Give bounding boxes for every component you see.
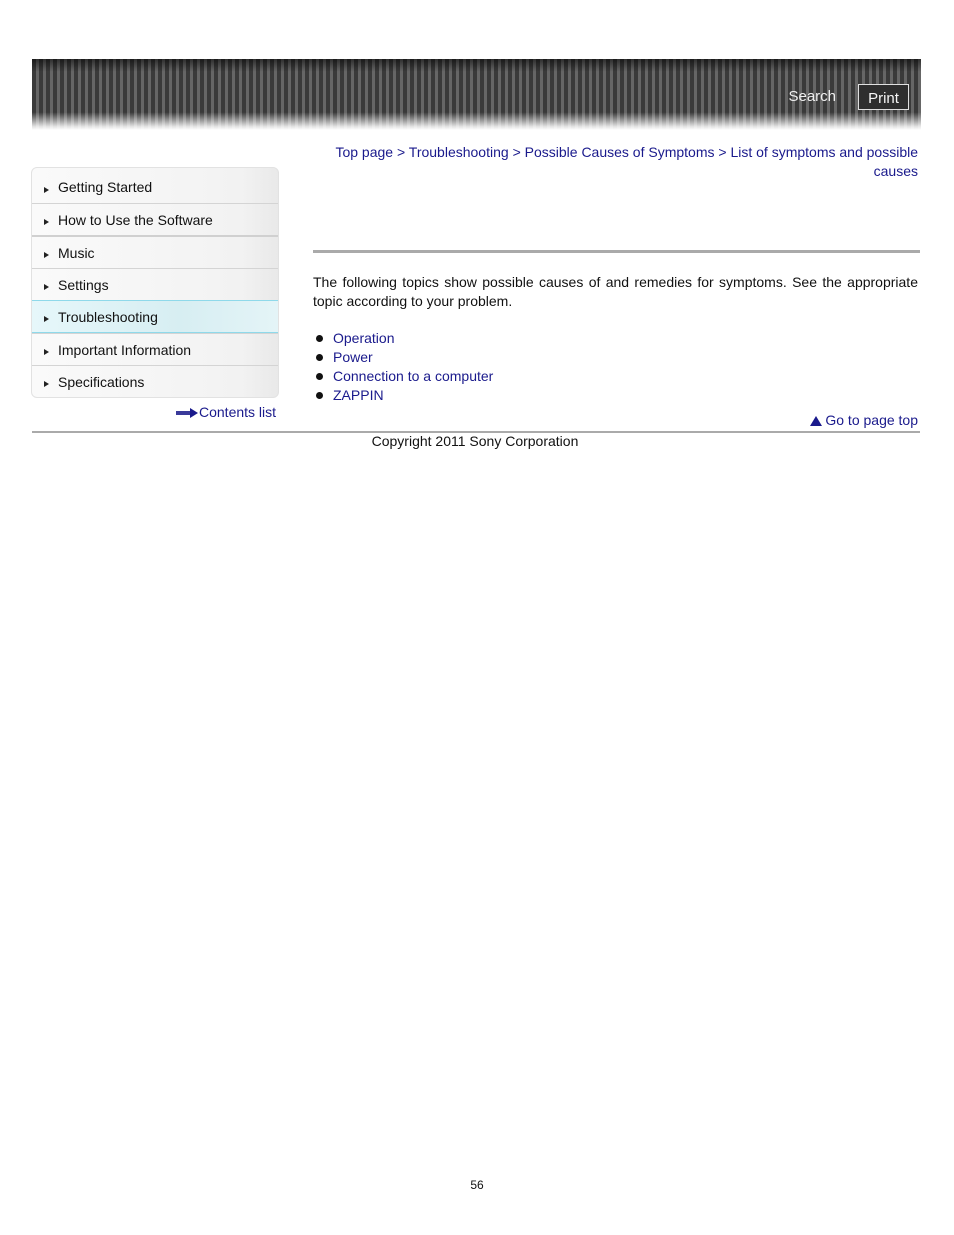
triangle-right-icon [44,348,49,355]
triangle-right-icon [44,315,49,322]
triangle-right-icon [44,380,49,387]
breadcrumb-troubleshooting[interactable]: Troubleshooting [409,144,509,160]
list-item: Power [313,348,493,367]
sidebar-item-label: Settings [58,277,109,293]
sidebar-item-getting-started[interactable]: Getting Started [32,168,278,203]
sidebar-item-label: Important Information [58,342,192,358]
search-link[interactable]: Search [788,88,836,105]
arrow-right-icon [176,408,198,419]
sidebar-item-troubleshooting[interactable]: Troubleshooting [32,300,278,333]
topic-link-zappin[interactable]: ZAPPIN [333,387,384,403]
triangle-right-icon [44,283,49,290]
breadcrumb-possible-causes[interactable]: Possible Causes of Symptoms [525,144,715,160]
header-bar: Search Print [32,59,921,130]
bullet-icon [316,354,323,361]
sidebar-item-music[interactable]: Music [32,235,278,268]
go-to-page-top-label: Go to page top [825,412,918,428]
triangle-right-icon [44,186,49,193]
contents-list-label: Contents list [199,404,277,420]
breadcrumb-top-page[interactable]: Top page [335,144,393,160]
topic-list: Operation Power Connection to a computer… [313,329,493,405]
contents-list-link[interactable]: Contents list [176,404,276,420]
go-to-page-top-link[interactable]: Go to page top [810,412,918,428]
topic-link-connection[interactable]: Connection to a computer [333,368,493,384]
list-item: ZAPPIN [313,386,493,405]
copyright-text: Copyright 2011 Sony Corporation [371,433,579,449]
breadcrumb-separator: > [396,144,406,160]
sidebar-item-label: How to Use the Software [58,212,213,228]
list-item: Operation [313,329,493,348]
sidebar-item-specifications[interactable]: Specifications [32,365,278,397]
bullet-icon [316,335,323,342]
triangle-up-icon [810,416,823,426]
sidebar-item-label: Troubleshooting [58,309,158,325]
sidebar-item-label: Specifications [58,374,145,390]
sidebar-item-label: Getting Started [58,179,153,195]
sidebar-item-label: Music [58,245,95,261]
bullet-icon [316,392,323,399]
sidebar-item-how-to-use-software[interactable]: How to Use the Software [32,203,278,235]
breadcrumb-separator: > [512,144,521,160]
intro-text: The following topics show possible cause… [313,274,918,309]
sidebar-item-important-information[interactable]: Important Information [32,333,278,365]
sidebar-nav: Getting Started How to Use the Software … [31,167,279,398]
breadcrumb-list-of-symptoms[interactable]: List of symptoms and possible causes [730,144,918,179]
page-number: 56 [470,1178,484,1192]
sidebar-item-settings[interactable]: Settings [32,268,278,300]
topic-link-operation[interactable]: Operation [333,330,394,346]
list-item: Connection to a computer [313,367,493,386]
topic-link-power[interactable]: Power [333,349,373,365]
triangle-right-icon [44,251,49,258]
title-divider [313,250,920,253]
print-button[interactable]: Print [858,84,909,110]
triangle-right-icon [44,218,49,225]
bullet-icon [316,373,323,380]
breadcrumb: Top page > Troubleshooting > Possible Ca… [313,143,918,181]
breadcrumb-separator: > [718,144,727,160]
